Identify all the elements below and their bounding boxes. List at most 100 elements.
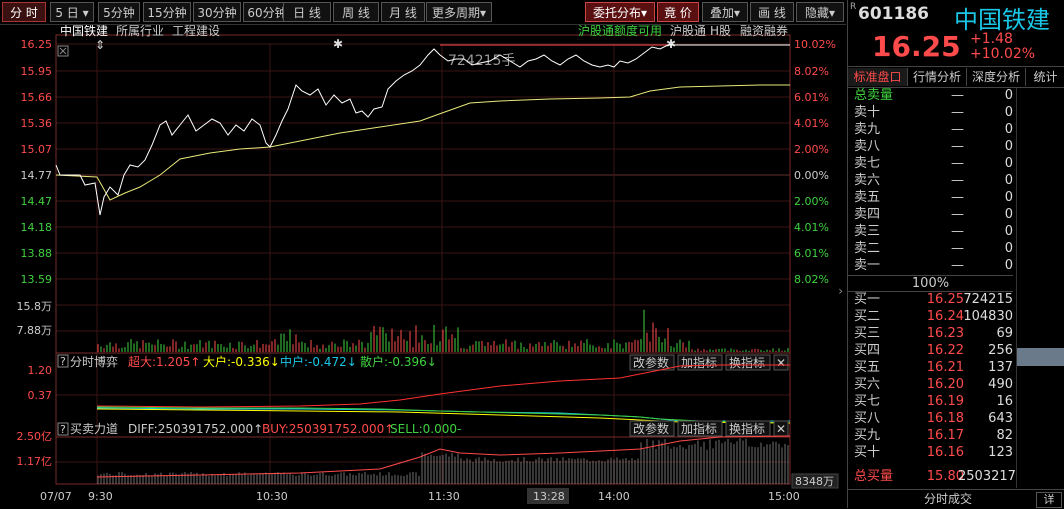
panel2-params-button[interactable]: 改参数 bbox=[633, 355, 669, 370]
row-price: — bbox=[951, 105, 964, 120]
ask-row[interactable]: 卖三 — 0 bbox=[848, 223, 1013, 240]
tab-tick-trades[interactable]: 分时成交 bbox=[924, 490, 972, 508]
row-price: — bbox=[951, 258, 964, 273]
row-price: 16.16 bbox=[926, 445, 964, 460]
change-pct: +10.02% bbox=[970, 46, 1036, 62]
bid-row[interactable]: 买二 16.24 104830 bbox=[848, 308, 1013, 325]
close-icon[interactable]: ✕ bbox=[776, 422, 786, 436]
tab-statistics[interactable]: 统计 bbox=[1026, 68, 1064, 86]
tab-market-analysis[interactable]: 行情分析 bbox=[908, 68, 967, 86]
panel3-title[interactable]: 买卖力道 bbox=[70, 422, 118, 436]
event-marker-icon[interactable]: ⇕ bbox=[95, 38, 105, 52]
bid-row[interactable]: 买八 16.18 643 bbox=[848, 410, 1013, 427]
h-share-tag[interactable]: H股 bbox=[710, 25, 731, 38]
panel3-switch-indicator-button[interactable]: 换指标 bbox=[729, 421, 765, 436]
price-change: +1.48 +10.02% bbox=[970, 32, 1035, 62]
tab-weekly[interactable]: 周 线 bbox=[333, 2, 379, 22]
overlay-button[interactable]: 叠加▾ bbox=[702, 2, 748, 22]
ask-row[interactable]: 卖二 — 0 bbox=[848, 240, 1013, 257]
margin-trading-tag[interactable]: 融资融券 bbox=[740, 25, 788, 38]
help-icon[interactable]: ? bbox=[60, 423, 66, 436]
row-label: 买十 bbox=[854, 445, 881, 460]
cursor-time: 13:28 bbox=[533, 490, 565, 503]
row-label: 买二 bbox=[854, 309, 881, 324]
row-price: 16.19 bbox=[926, 394, 964, 409]
panel3-params-button[interactable]: 改参数 bbox=[633, 421, 669, 436]
pct-tick: 6.01% bbox=[794, 247, 829, 260]
bid-row[interactable]: 买五 16.21 137 bbox=[848, 359, 1013, 376]
ask-row[interactable]: 卖四 — 0 bbox=[848, 206, 1013, 223]
tab-more-periods[interactable]: 更多周期▾ bbox=[426, 2, 492, 22]
bid-row[interactable]: 买三 16.23 69 bbox=[848, 325, 1013, 342]
tab-monthly[interactable]: 月 线 bbox=[381, 2, 425, 22]
close-icon[interactable]: ✕ bbox=[776, 356, 786, 370]
volume-note: 724215手 bbox=[448, 53, 515, 69]
event-marker-icon[interactable]: ✱ bbox=[333, 37, 343, 51]
draw-button[interactable]: 画 线 bbox=[750, 2, 794, 22]
tab-30min[interactable]: 30分钟 bbox=[193, 2, 241, 22]
row-volume: 0 bbox=[1004, 190, 1013, 205]
ask-row[interactable]: 卖八 — 0 bbox=[848, 138, 1013, 155]
indicator-sell: SELL:0.000- bbox=[390, 422, 461, 436]
row-label: 买四 bbox=[854, 343, 881, 358]
tab-order-book[interactable]: 标准盘口 bbox=[848, 68, 908, 86]
bid-row[interactable]: 买十 16.16 123 bbox=[848, 444, 1013, 461]
panel2-switch-indicator-button[interactable]: 换指标 bbox=[729, 355, 765, 370]
tab-15min[interactable]: 15分钟 bbox=[143, 2, 191, 22]
pct-tick: 6.01% bbox=[794, 91, 829, 104]
row-label: 卖九 bbox=[854, 122, 881, 137]
bid-row[interactable]: 买九 16.17 82 bbox=[848, 427, 1013, 444]
ask-row[interactable]: 卖一 — 0 bbox=[848, 257, 1013, 274]
bid-row[interactable]: 买六 16.20 490 bbox=[848, 376, 1013, 393]
tab-depth-analysis[interactable]: 深度分析 bbox=[967, 68, 1026, 86]
row-price: 16.18 bbox=[926, 411, 964, 426]
ask-row[interactable]: 卖七 — 0 bbox=[848, 155, 1013, 172]
call-auction-button[interactable]: 竟 价 bbox=[657, 2, 699, 22]
detail-button[interactable]: 详 bbox=[1036, 492, 1062, 508]
row-volume: 0 bbox=[1004, 122, 1013, 137]
panel3-add-indicator-button[interactable]: 加指标 bbox=[681, 421, 717, 436]
time-tick: 9:30 bbox=[88, 490, 113, 503]
chevron-down-icon: ▾ bbox=[733, 6, 741, 20]
row-volume: 82 bbox=[996, 428, 1013, 443]
ask-row[interactable]: 卖五 — 0 bbox=[848, 189, 1013, 206]
ask-row[interactable]: 卖十 — 0 bbox=[848, 104, 1013, 121]
bid-row[interactable]: 买四 16.22 256 bbox=[848, 342, 1013, 359]
row-price: — bbox=[951, 207, 964, 222]
force-bars bbox=[97, 438, 789, 484]
tab-daily[interactable]: 日 线 bbox=[283, 2, 331, 22]
hk-connect-quota-tag[interactable]: 沪股通额度可用 bbox=[578, 25, 662, 38]
help-icon[interactable]: ? bbox=[60, 355, 66, 368]
side-scroll-handle[interactable] bbox=[1017, 348, 1064, 366]
chevron-down-icon: ▾ bbox=[828, 6, 836, 20]
row-price: — bbox=[951, 139, 964, 154]
price-tick: 14.47 bbox=[21, 195, 53, 208]
bid-row[interactable]: 买一 16.25 724215 bbox=[848, 291, 1013, 308]
tab-5day[interactable]: 5 日 ▾ bbox=[50, 2, 94, 22]
indicator-medium: 中户:-0.472↓ bbox=[280, 354, 357, 369]
ask-row[interactable]: 卖六 — 0 bbox=[848, 172, 1013, 189]
industry-value[interactable]: 工程建设 bbox=[172, 25, 220, 38]
row-price: — bbox=[951, 190, 964, 205]
intraday-chart[interactable]: 中国铁建 所属行业 工程建设 沪股通额度可用 沪股通 H股 融资融券 72421… bbox=[0, 25, 846, 508]
row-volume: 0 bbox=[1004, 105, 1013, 120]
tab-intraday[interactable]: 分 时 bbox=[2, 2, 46, 22]
event-marker-icon[interactable]: ✱ bbox=[666, 37, 676, 51]
quote-tabs: 标准盘口 行情分析 深度分析 统计 bbox=[848, 66, 1064, 88]
panel2-add-indicator-button[interactable]: 加指标 bbox=[681, 355, 717, 370]
row-price: 16.25 bbox=[926, 292, 964, 307]
expand-panel-icon[interactable]: › bbox=[838, 284, 843, 298]
row-price: 16.21 bbox=[926, 360, 964, 375]
row-label: 买九 bbox=[854, 428, 881, 443]
indicator-buy: BUY:250391752.000↑ bbox=[262, 422, 394, 436]
collapsed-side-panel[interactable] bbox=[1016, 88, 1064, 488]
bid-row[interactable]: 买七 16.19 16 bbox=[848, 393, 1013, 410]
order-distribution-button[interactable]: 委托分布▾ bbox=[585, 2, 655, 22]
panel2-tick: 0.37 bbox=[28, 389, 53, 402]
pct-tick: 2.00% bbox=[794, 143, 829, 156]
hide-button[interactable]: 隐藏▾ bbox=[796, 2, 844, 22]
row-price: 16.23 bbox=[926, 326, 964, 341]
panel2-title[interactable]: 分时博弈 bbox=[70, 354, 118, 369]
tab-5min[interactable]: 5分钟 bbox=[98, 2, 140, 22]
ask-row[interactable]: 卖九 — 0 bbox=[848, 121, 1013, 138]
